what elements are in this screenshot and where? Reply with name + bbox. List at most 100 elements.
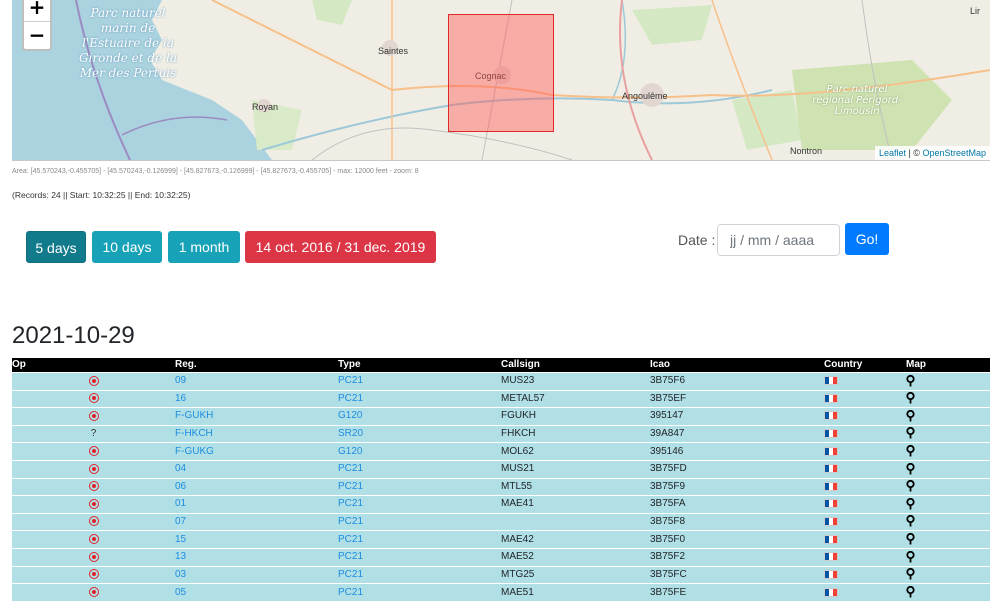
map-pin-icon[interactable] xyxy=(906,497,915,510)
country-cell xyxy=(824,442,906,461)
table-row: 03 PC21 MTG25 3B75FC xyxy=(12,565,990,584)
header-op: Op xyxy=(12,359,26,370)
type-link[interactable]: PC21 xyxy=(338,569,363,580)
reg-link[interactable]: 04 xyxy=(175,463,186,474)
type-link[interactable]: PC21 xyxy=(338,463,363,474)
type-link[interactable]: PC21 xyxy=(338,516,363,527)
map-pin-icon[interactable] xyxy=(906,392,915,404)
date-range-button[interactable]: 14 oct. 2016 / 31 dec. 2019 xyxy=(245,231,436,263)
header-type: Type xyxy=(338,359,361,370)
ten-days-button[interactable]: 10 days xyxy=(92,231,162,263)
type-link[interactable]: PC21 xyxy=(338,498,363,509)
map-pin-icon[interactable] xyxy=(906,586,915,598)
target-icon xyxy=(88,498,99,509)
one-month-button[interactable]: 1 month xyxy=(168,231,240,263)
type-cell: G120 xyxy=(338,407,501,426)
type-link[interactable]: PC21 xyxy=(338,481,363,492)
map-pin-icon[interactable] xyxy=(906,374,915,387)
target-icon xyxy=(88,587,99,598)
header-map: Map xyxy=(906,359,926,370)
type-cell: PC21 xyxy=(338,495,501,514)
reg-cell: F-GUKG xyxy=(175,442,338,461)
area-selection-rectangle[interactable] xyxy=(448,14,554,132)
map-pin-icon[interactable] xyxy=(906,462,915,475)
reg-link[interactable]: 13 xyxy=(175,551,186,562)
date-input[interactable] xyxy=(717,224,840,256)
target-icon xyxy=(88,534,99,544)
callsign-cell: METAL57 xyxy=(501,389,650,408)
five-days-button[interactable]: 5 days xyxy=(26,231,86,263)
map-pin-icon[interactable] xyxy=(906,568,915,580)
date-label: Date : xyxy=(678,232,716,248)
country-cell xyxy=(824,583,906,602)
type-link[interactable]: SR20 xyxy=(338,428,363,439)
osm-link[interactable]: OpenStreetMap xyxy=(922,148,986,158)
target-icon xyxy=(88,569,99,580)
icao-cell: 3B75F6 xyxy=(650,372,824,391)
attribution-separator: | © xyxy=(905,148,923,158)
leaflet-link[interactable]: Leaflet xyxy=(879,148,906,158)
country-cell xyxy=(824,459,906,479)
icao-cell: 395147 xyxy=(650,407,824,426)
table-row: 13 PC21 MAE52 3B75F2 xyxy=(12,547,990,567)
table-row: ? F-HKCH SR20 FHKCH 39A847 xyxy=(12,424,990,443)
reg-cell: 06 xyxy=(175,477,338,496)
map-pin-icon[interactable] xyxy=(906,445,915,457)
map-pin-icon[interactable] xyxy=(906,427,915,439)
type-link[interactable]: G120 xyxy=(338,410,362,421)
map-cell xyxy=(906,372,990,391)
country-cell xyxy=(824,530,906,549)
reg-link[interactable]: 09 xyxy=(175,375,186,386)
icao-cell: 3B75FE xyxy=(650,583,824,602)
map-pin-icon[interactable] xyxy=(906,515,915,527)
zoom-out-button[interactable]: − xyxy=(24,21,50,49)
map-cell xyxy=(906,459,990,479)
map-pin-icon[interactable] xyxy=(906,533,915,545)
country-cell xyxy=(824,389,906,408)
reg-link[interactable]: 06 xyxy=(175,481,186,492)
table-row: F-GUKH G120 FGUKH 395147 xyxy=(12,407,990,426)
icao-cell: 3B75FD xyxy=(650,459,824,479)
map-pin-icon[interactable] xyxy=(906,480,915,492)
go-button[interactable]: Go! xyxy=(845,223,889,255)
zoom-in-button[interactable]: + xyxy=(24,0,50,21)
type-cell: PC21 xyxy=(338,547,501,567)
map-pin-icon[interactable] xyxy=(906,409,915,422)
reg-link[interactable]: F-HKCH xyxy=(175,428,213,439)
reg-link[interactable]: 05 xyxy=(175,587,186,598)
reg-cell: 01 xyxy=(175,495,338,514)
type-cell: PC21 xyxy=(338,530,501,549)
type-link[interactable]: PC21 xyxy=(338,551,363,562)
reg-link[interactable]: 03 xyxy=(175,569,186,580)
reg-cell: 04 xyxy=(175,459,338,479)
reg-link[interactable]: 01 xyxy=(175,498,186,509)
reg-link[interactable]: F-GUKH xyxy=(175,410,213,421)
map-cell xyxy=(906,424,990,443)
table-row: 09 PC21 MUS23 3B75F6 xyxy=(12,372,990,391)
table-row: 06 PC21 MTL55 3B75F9 xyxy=(12,477,990,496)
target-icon xyxy=(88,481,99,492)
header-reg: Reg. xyxy=(175,359,197,370)
reg-link[interactable]: 15 xyxy=(175,534,186,545)
flights-table: Op Reg. Type Callsign Icao Country Map 0… xyxy=(12,358,990,602)
target-icon xyxy=(88,375,99,386)
callsign-cell: MAE42 xyxy=(501,530,650,549)
map-view[interactable]: + − Parc naturel marin de l'Estuaire de … xyxy=(12,0,990,161)
type-cell: SR20 xyxy=(338,424,501,443)
country-cell xyxy=(824,372,906,391)
type-link[interactable]: PC21 xyxy=(338,587,363,598)
map-pin-icon[interactable] xyxy=(906,550,915,563)
type-link[interactable]: PC21 xyxy=(338,375,363,386)
map-cell xyxy=(906,565,990,584)
reg-link[interactable]: 07 xyxy=(175,516,186,527)
reg-link[interactable]: F-GUKG xyxy=(175,446,214,457)
reg-cell: F-HKCH xyxy=(175,424,338,443)
france-flag-icon xyxy=(824,534,838,544)
france-flag-icon xyxy=(824,428,838,438)
op-cell: ? xyxy=(12,424,175,443)
type-link[interactable]: PC21 xyxy=(338,393,363,404)
type-link[interactable]: G120 xyxy=(338,446,362,457)
france-flag-icon xyxy=(824,464,838,474)
type-link[interactable]: PC21 xyxy=(338,534,363,545)
reg-link[interactable]: 16 xyxy=(175,393,186,404)
